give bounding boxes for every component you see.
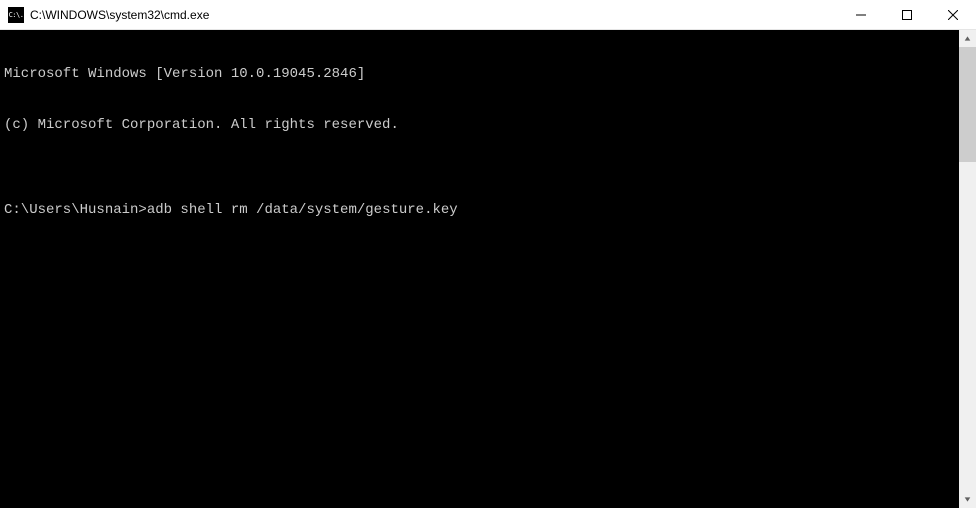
close-button[interactable] (930, 0, 976, 29)
maximize-icon (902, 10, 912, 20)
scrollbar-track[interactable] (959, 47, 976, 491)
cmd-icon: C:\. (8, 7, 24, 23)
cmd-window: C:\. C:\WINDOWS\system32\cmd.exe Microso… (0, 0, 976, 508)
content-area: Microsoft Windows [Version 10.0.19045.28… (0, 30, 976, 508)
terminal-command: adb shell rm /data/system/gesture.key (147, 202, 458, 219)
terminal-line: Microsoft Windows [Version 10.0.19045.28… (4, 66, 955, 83)
scroll-up-button[interactable] (959, 30, 976, 47)
titlebar[interactable]: C:\. C:\WINDOWS\system32\cmd.exe (0, 0, 976, 30)
close-icon (948, 10, 958, 20)
chevron-down-icon (964, 496, 971, 503)
vertical-scrollbar[interactable] (959, 30, 976, 508)
terminal-line: (c) Microsoft Corporation. All rights re… (4, 117, 955, 134)
maximize-button[interactable] (884, 0, 930, 29)
terminal-prompt-line: C:\Users\Husnain>adb shell rm /data/syst… (4, 202, 955, 219)
window-controls (838, 0, 976, 29)
terminal-prompt: C:\Users\Husnain> (4, 202, 147, 219)
scrollbar-thumb[interactable] (959, 47, 976, 162)
minimize-button[interactable] (838, 0, 884, 29)
terminal[interactable]: Microsoft Windows [Version 10.0.19045.28… (0, 30, 959, 508)
window-title: C:\WINDOWS\system32\cmd.exe (30, 8, 838, 22)
chevron-up-icon (964, 35, 971, 42)
scroll-down-button[interactable] (959, 491, 976, 508)
minimize-icon (856, 10, 866, 20)
